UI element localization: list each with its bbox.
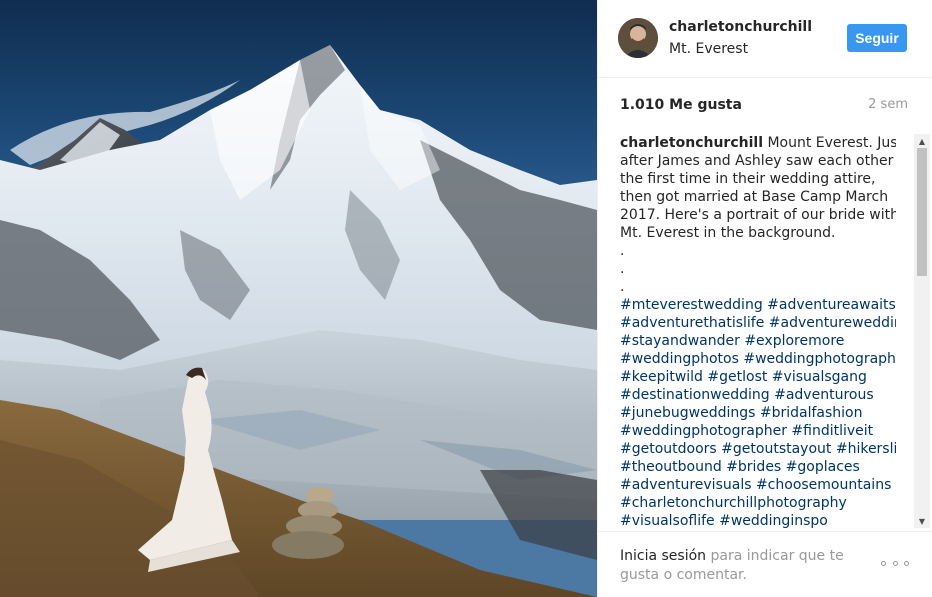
hashtag-line[interactable]: #weddingphotographer #finditliveit xyxy=(620,422,896,440)
comments-scrollbar[interactable]: ▲ ▼ xyxy=(914,134,930,528)
more-dot xyxy=(904,560,909,566)
hashtag-line[interactable]: #adventurevisuals #choosemountains xyxy=(620,476,896,494)
scrollbar-thumb[interactable] xyxy=(917,148,927,276)
caption-line: then got married at Base Camp March xyxy=(620,189,889,205)
caption-line: 2017. Here's a portrait of our bride wit… xyxy=(620,207,896,223)
avatar[interactable] xyxy=(618,18,658,58)
scroll-up-arrow-icon[interactable]: ▲ xyxy=(914,134,930,148)
hashtag-line[interactable]: #weddingphotos #weddingphotography xyxy=(620,350,896,368)
hashtag-line[interactable]: #junebugweddings #bridalfashion xyxy=(620,404,896,422)
more-dot xyxy=(892,560,898,566)
post-photo[interactable] xyxy=(0,0,597,597)
caption-line: . xyxy=(620,261,625,277)
post-header: charletonchurchill Mt. Everest Seguir xyxy=(598,0,932,78)
hashtag-line[interactable]: #visualsoflife #weddinginspo xyxy=(620,512,896,530)
hashtag-line[interactable]: #mteverestwedding #adventureawaits xyxy=(620,296,896,314)
caption-line: . xyxy=(620,243,625,259)
likes-count[interactable]: 1.010 Me gusta xyxy=(620,97,742,113)
hashtag-line[interactable]: #theoutbound #brides #goplaces xyxy=(620,458,896,476)
hashtag-line[interactable]: #adventurethatislife #adventurewedding xyxy=(620,314,896,332)
caption-first-line: charletonchurchill Mount Everest. Just xyxy=(620,134,896,152)
post-footer: Inicia sesión para indicar que te gusta … xyxy=(598,531,932,597)
scroll-down-arrow-icon[interactable]: ▼ xyxy=(914,514,930,528)
login-prompt: Inicia sesión para indicar que te gusta … xyxy=(620,547,850,585)
hashtag-line[interactable]: #getoutdoors #getoutstayout #hikerslife xyxy=(620,440,896,458)
follow-button[interactable]: Seguir xyxy=(847,24,907,52)
hashtag-line[interactable]: #charletonchurchillphotography xyxy=(620,494,896,512)
caption-text: Mount Everest. Just xyxy=(767,135,896,151)
everest-bride-photo xyxy=(0,45,597,597)
caption-line: after James and Ashley saw each other xyxy=(620,153,894,169)
hashtag-line[interactable]: #destinationwedding #adventurous xyxy=(620,386,896,404)
more-dot xyxy=(881,560,886,566)
likes-row: 1.010 Me gusta 2 sem xyxy=(620,97,908,117)
location[interactable]: Mt. Everest xyxy=(669,41,748,57)
caption: charletonchurchill Mount Everest. Just a… xyxy=(620,134,896,530)
caption-author[interactable]: charletonchurchill xyxy=(620,135,763,151)
more-options-icon[interactable] xyxy=(881,558,909,568)
caption-line: the first time in their wedding attire, xyxy=(620,171,876,187)
caption-line: . xyxy=(620,279,625,295)
hashtag-line[interactable]: #keepitwild #getlost #visualsgang xyxy=(620,368,896,386)
post-side-panel: charletonchurchill Mt. Everest Seguir 1.… xyxy=(597,0,932,597)
hashtag-line[interactable]: #stayandwander #exploremore xyxy=(620,332,896,350)
login-link[interactable]: Inicia sesión xyxy=(620,548,706,564)
caption-line: Mt. Everest in the background. xyxy=(620,225,836,241)
username[interactable]: charletonchurchill xyxy=(669,19,812,35)
post-age[interactable]: 2 sem xyxy=(868,97,908,112)
